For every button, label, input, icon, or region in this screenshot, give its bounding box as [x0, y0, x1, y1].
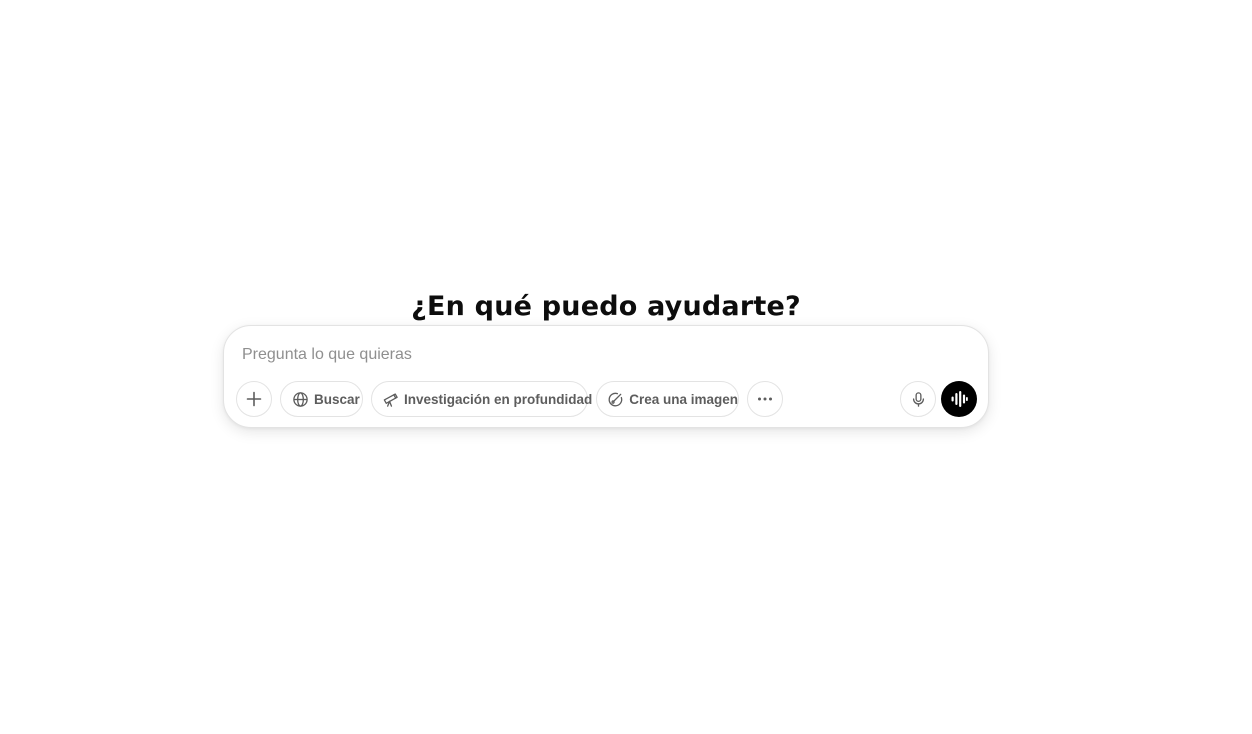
create-image-label: Crea una imagen	[629, 391, 738, 407]
more-dots-icon	[756, 390, 774, 408]
chat-home: ¿En qué puedo ayudarte? Pregunta lo que …	[0, 0, 1252, 734]
page-title: ¿En qué puedo ayudarte?	[411, 291, 801, 323]
image-brush-icon	[607, 390, 624, 408]
more-button[interactable]	[747, 381, 783, 417]
search-button-label: Buscar	[314, 391, 360, 407]
plus-icon	[245, 390, 263, 408]
microphone-icon	[910, 391, 927, 408]
deep-research-button[interactable]: Investigación en profundidad	[371, 381, 592, 417]
telescope-icon	[382, 390, 399, 408]
waveform-icon	[949, 389, 969, 409]
search-button[interactable]: Buscar	[280, 381, 363, 417]
dictate-button[interactable]	[900, 381, 936, 417]
create-image-button[interactable]: Crea una imagen	[596, 381, 739, 417]
voice-mode-button[interactable]	[941, 381, 977, 417]
prompt-input[interactable]	[242, 343, 962, 367]
composer-toolbar: Buscar Investigación en profundidad Crea…	[236, 381, 977, 417]
composer: Buscar Investigación en profundidad	[223, 325, 989, 428]
globe-icon	[291, 390, 309, 408]
attach-button[interactable]	[236, 381, 272, 417]
deep-research-label: Investigación en profundidad	[404, 391, 593, 407]
